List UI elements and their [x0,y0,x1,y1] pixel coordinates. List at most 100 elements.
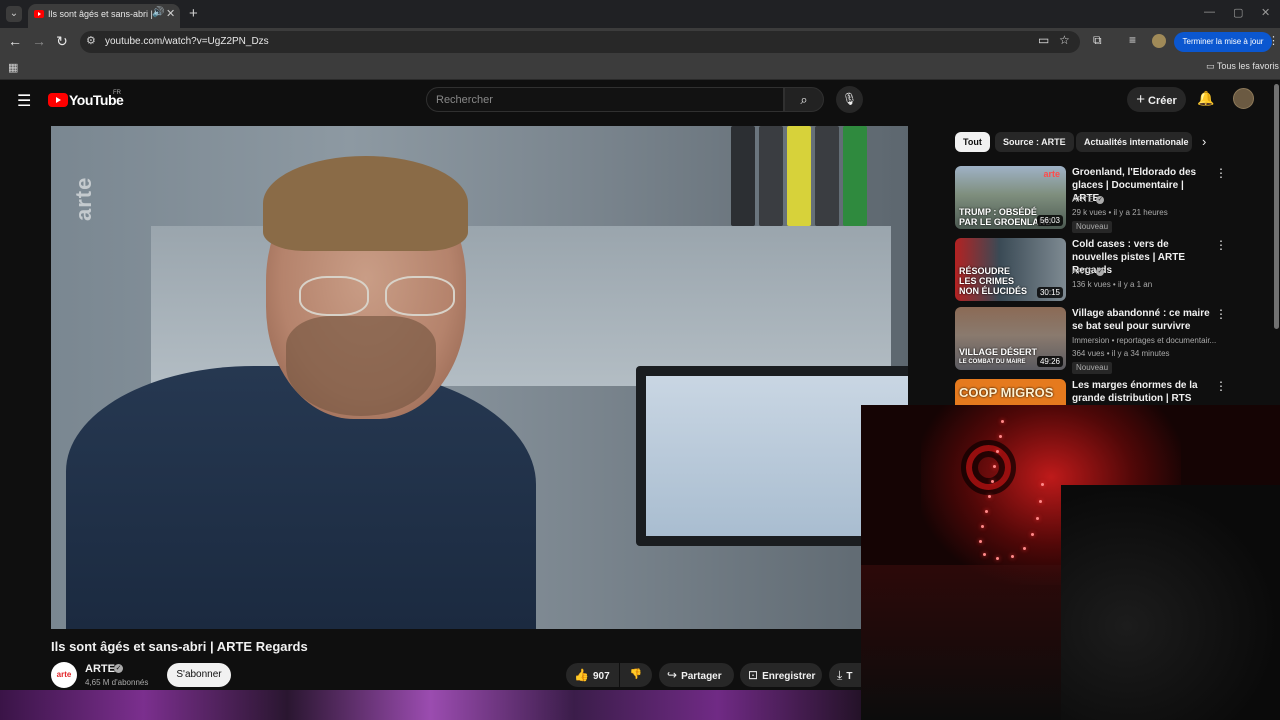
youtube-logo-icon[interactable] [48,93,68,107]
related-video-title[interactable]: Village abandonné : ce maire se bat seul… [1072,307,1212,333]
country-code: FR [113,90,121,96]
verified-check-icon: ✓ [1096,195,1105,204]
more-options-icon[interactable]: ⋮ [1215,307,1227,321]
search-input[interactable] [427,88,783,111]
more-options-icon[interactable]: ⋮ [1215,166,1227,180]
video-player[interactable]: arte [51,126,908,629]
video-frame-person-beard [286,316,436,416]
maximize-window-icon[interactable]: ▢ [1233,6,1243,19]
browser-menu-icon[interactable]: ⋮ [1268,34,1279,47]
share-arrow-icon: ↪ [667,668,678,682]
create-button[interactable]: + Créer [1127,87,1186,112]
led-light [1041,483,1044,486]
related-thumbnail[interactable]: RÉSOUDRE LES CRIMES NON ÉLUCIDÉS 30:15 [955,238,1066,301]
all-bookmarks-label: Tous les favoris [1216,61,1279,71]
webcam-dark-figure [1061,485,1280,720]
share-button[interactable]: ↪ Partager [659,663,734,687]
more-options-icon[interactable]: ⋮ [1215,379,1227,393]
led-light [1036,517,1039,520]
back-icon[interactable]: ← [6,33,24,49]
related-video-title[interactable]: Les marges énormes de la grande distribu… [1072,379,1212,405]
arte-watermark: arte [71,176,96,221]
close-tab-icon[interactable]: ✕ [166,7,175,20]
download-label: T [846,671,853,682]
voice-search-button[interactable]: 🎙 [836,86,863,113]
tab-title: Ils sont âgés et sans-abri | A [48,9,153,19]
led-light [1039,500,1042,503]
related-thumbnail[interactable]: VILLAGE DÉSERT LE COMBAT DU MAIRE 49:26 [955,307,1066,370]
bottom-background-image [0,690,861,720]
chevron-right-icon[interactable]: › [1202,134,1206,149]
new-badge: Nouveau [1072,362,1113,374]
save-button[interactable]: ⊡ Enregistrer [740,663,822,687]
view-count: 29 k vues [1072,208,1107,217]
bookmark-icon: ⊡ [748,668,759,682]
led-light [1001,420,1004,423]
notifications-bell-icon[interactable]: 🔔 [1197,90,1214,107]
related-channel[interactable]: ARTE ✓ [1072,267,1105,276]
tab-search-dropdown-icon[interactable]: ⌄ [6,6,22,22]
address-bar[interactable]: ⚙ youtube.com/watch?v=UgZ2PN_Dzs [80,31,1080,53]
related-meta: 29 k vues • il y a 21 heures [1072,208,1168,217]
search-box[interactable] [426,87,784,112]
related-channel[interactable]: Immersion • reportages et documentair... [1072,336,1222,345]
video-frame-person-glasses [299,276,459,316]
related-channel-extra: reportages et documentair... [1116,336,1217,345]
subscribe-button[interactable]: S'abonner [167,663,231,687]
update-browser-button[interactable]: Terminer la mise à jour [1174,32,1272,52]
like-button[interactable]: 👍 907 [566,663,619,687]
forward-icon[interactable]: → [30,33,48,49]
reload-icon[interactable]: ↻ [53,33,71,50]
search-button[interactable]: ⌕ [784,87,824,112]
upload-age: il y a 34 minutes [1111,349,1170,358]
led-light [1011,555,1014,558]
extensions-icon[interactable]: ⧉ [1093,33,1102,48]
audio-playing-icon[interactable]: 🔊 [152,7,164,18]
plus-icon: + [1136,91,1145,108]
channel-name[interactable]: ARTE [85,663,115,675]
cast-icon[interactable]: ▭ [1038,33,1049,47]
new-badge: Nouveau [1072,221,1113,233]
more-options-icon[interactable]: ⋮ [1215,238,1227,252]
related-channel[interactable]: ARTE ✓ [1072,195,1105,204]
hamburger-menu-icon[interactable]: ☰ [17,91,31,111]
media-controls-icon[interactable]: ≡ [1129,33,1136,47]
related-meta: 136 k vues • il y a 1 an [1072,280,1153,289]
related-thumbnail[interactable]: COOP MIGROS [955,379,1066,405]
close-window-icon[interactable]: ✕ [1261,6,1270,19]
page-scrollbar[interactable] [1274,84,1279,329]
youtube-favicon-icon [34,10,44,18]
chip-all[interactable]: Tout [955,132,990,152]
new-tab-icon[interactable]: + [189,5,198,22]
all-bookmarks-button[interactable]: ▭ Tous les favoris [1206,61,1279,72]
related-thumbnail[interactable]: arte TRUMP : OBSÉDÉ PAR LE GROENLAND 56:… [955,166,1066,229]
save-label: Enregistrer [762,671,816,682]
led-light [1031,533,1034,536]
channel-avatar[interactable]: arte [51,662,77,688]
site-info-icon[interactable]: ⚙ [86,34,96,47]
led-light [1023,547,1026,550]
led-light [996,557,999,560]
related-channel-name: Immersion [1072,336,1110,345]
chip-source-arte[interactable]: Source : ARTE [995,132,1074,152]
search-icon: ⌕ [800,92,808,107]
subscriber-count: 4,65 M d'abonnés [85,678,149,687]
related-meta: 364 vues • il y a 34 minutes [1072,349,1170,358]
download-button[interactable]: ⤓ T [829,663,861,687]
account-avatar[interactable] [1233,88,1254,109]
dislike-button[interactable]: 👎 [620,663,652,687]
thumbs-up-icon: 👍 [574,668,589,682]
bookmark-star-icon[interactable]: ☆ [1059,33,1070,47]
video-title: Ils sont âgés et sans-abri | ARTE Regard… [51,639,308,654]
led-light [991,480,994,483]
thumbnail-arte-tag: arte [1043,169,1060,179]
led-light [999,435,1002,438]
browser-profile-avatar[interactable] [1152,34,1166,48]
apps-grid-icon[interactable]: ▦ [8,61,18,74]
chip-international-news[interactable]: Actualités internationale [1076,132,1192,152]
thumbnail-caption: LES CRIMES [959,276,1015,286]
led-light [983,553,986,556]
share-label: Partager [681,671,722,682]
minimize-window-icon[interactable]: — [1204,6,1215,18]
browser-tab-active[interactable]: Ils sont âgés et sans-abri | A 🔊 ✕ [28,4,180,28]
